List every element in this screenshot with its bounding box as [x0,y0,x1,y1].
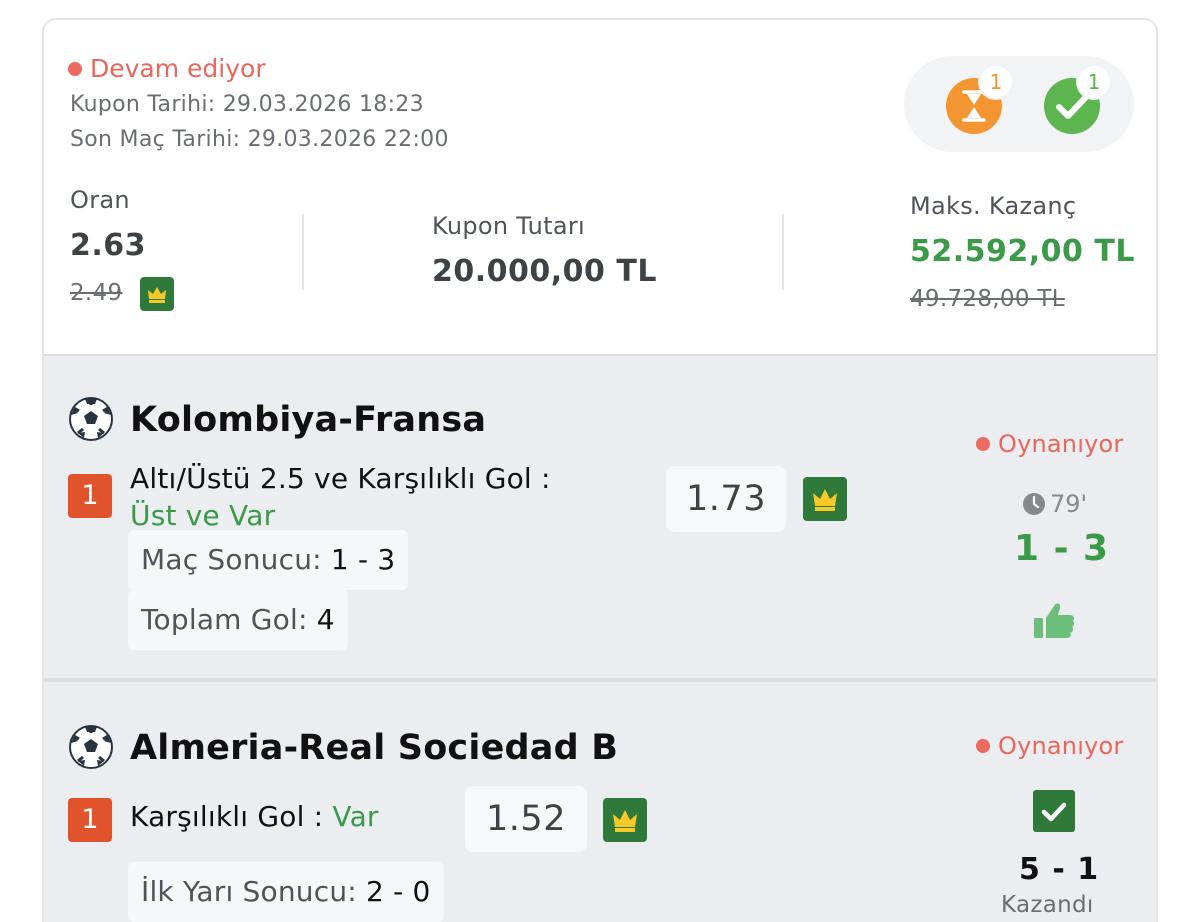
chip-label: İlk Yarı Sonucu: [141,875,357,908]
coupon-status: Devam ediyor [68,54,266,83]
market-selection-value: Üst ve Var [130,499,276,532]
stat-divider [302,214,304,290]
last-match-date-label: Son Maç Tarihi: [70,127,241,152]
chip-value: 1 - 3 [330,543,396,576]
coupon-date: 29.03.2026 18:23 [222,92,424,117]
market-number-badge: 1 [68,474,112,518]
odds-value: 2.63 [70,228,147,263]
live-status-text: Oynanıyor [998,430,1124,458]
last-match-date: 29.03.2026 22:00 [247,127,449,152]
match-row[interactable]: Almeria-Real Sociedad B 1 Karşılıklı Gol… [44,678,1156,922]
check-icon [1033,790,1075,832]
crown-icon [140,277,174,311]
final-score: 5 - 1 [1019,852,1100,887]
market-selection-value: Var [332,800,379,833]
odds-label: Oran [70,186,130,214]
market-number-badge: 1 [68,798,112,842]
live-status: Oynanıyor [976,732,1123,760]
live-status-text: Oynanıyor [998,732,1124,760]
chip-label: Toplam Gol: [141,603,308,636]
max-win-value: 52.592,00 TL [910,234,1135,269]
live-score: 1 - 3 [1014,528,1110,569]
match-row[interactable]: Kolombiya-Fransa 1 Altı/Üstü 2.5 ve Karş… [44,354,1156,678]
result-summary-pill[interactable]: 1 1 [904,56,1134,152]
match-minute: 79' [1022,490,1087,518]
live-dot-icon [976,739,990,753]
match-stat-chip: Toplam Gol: 4 [128,590,348,650]
match-stat-chip: Maç Sonucu: 1 - 3 [128,530,409,590]
result-label: Kazandı [1001,892,1094,918]
coupon-card: Devam ediyor Kupon Tarihi: 29.03.2026 18… [42,18,1158,922]
chip-value: 2 - 0 [366,875,431,908]
clock-icon [1023,493,1045,515]
stat-divider [782,214,784,290]
chip-value: 4 [316,603,335,636]
crown-icon [803,477,847,521]
odd-value: 1.73 [666,466,786,532]
match-title: Almeria-Real Sociedad B [130,728,619,768]
max-win-old-value: 49.728,00 TL [910,286,1065,312]
coupon-header: Devam ediyor Kupon Tarihi: 29.03.2026 18… [44,20,1156,354]
odds-old-value: 2.49 [70,280,123,306]
live-dot-icon [976,437,990,451]
market-name: Karşılıklı Gol : [130,800,324,833]
amount-label: Kupon Tutarı [432,212,585,240]
thumbs-up-icon [1034,603,1075,638]
won-count-badge: 1 [1078,66,1110,98]
coupon-status-text: Devam ediyor [90,54,266,83]
coupon-date-label: Kupon Tarihi: [70,92,216,117]
coupon-date-row: Kupon Tarihi: 29.03.2026 18:23 [70,92,424,117]
chip-label: Maç Sonucu: [141,543,322,576]
market-row: Karşılıklı Gol : Var [130,800,379,833]
market-selection: Üst ve Var [130,499,275,532]
market-name: Altı/Üstü 2.5 ve Karşılıklı Gol : [130,462,551,495]
soccer-ball-icon [69,725,113,769]
status-dot-icon [68,61,82,76]
amount-value: 20.000,00 TL [432,254,657,289]
last-match-date-row: Son Maç Tarihi: 29.03.2026 22:00 [70,127,449,152]
odd-value: 1.52 [465,786,587,852]
live-status: Oynanıyor [976,430,1123,458]
pending-count-badge: 1 [980,66,1012,98]
match-title: Kolombiya-Fransa [130,400,487,440]
match-minute-text: 79' [1050,490,1088,518]
crown-icon [603,798,647,842]
match-stat-chip: İlk Yarı Sonucu: 2 - 0 [128,862,444,922]
max-win-label: Maks. Kazanç [910,192,1077,220]
soccer-ball-icon [69,397,113,441]
